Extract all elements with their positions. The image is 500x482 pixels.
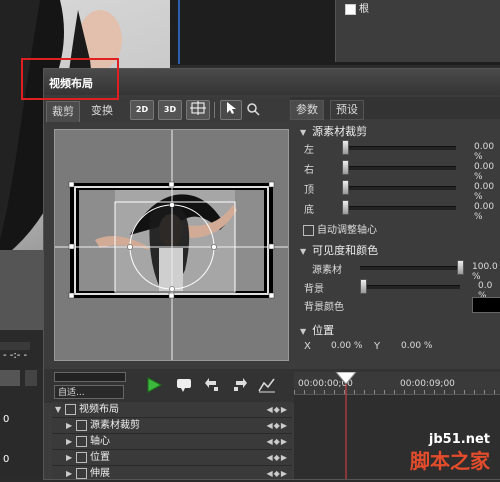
layout-preview-canvas[interactable] [54, 129, 289, 361]
watermark-name: 脚本之家 [410, 449, 490, 473]
left-tab-bar: 裁剪 变换 2D 3D [44, 97, 289, 122]
svg-text:- -:- -: - -:- - [3, 350, 28, 361]
crop-left-value[interactable]: 0.00 % [474, 142, 500, 162]
video-layout-dialog: 视频布局 裁剪 变换 2D 3D 参数 预设 ▼ 源素材裁剪 左 0.00 % … [43, 68, 500, 482]
crop-right-value[interactable]: 0.00 % [474, 162, 500, 182]
track-checkbox[interactable] [76, 435, 87, 447]
position-y-value[interactable]: 0.00 % [401, 341, 432, 351]
track-label: 源素材裁剪 [90, 420, 140, 431]
previous-keyframe-icon[interactable] [204, 377, 220, 396]
fit-dropdown[interactable]: 自适... [54, 385, 124, 399]
visibility-section-title: 可见度和颜色 [312, 244, 379, 257]
auto-pivot-option[interactable]: 自动调整轴心 [303, 221, 377, 236]
position-section-header[interactable]: 位置 [300, 322, 334, 338]
play-icon[interactable] [146, 377, 163, 396]
fit-dropdown-value: 自适... [58, 388, 85, 398]
crop-bottom-thumb[interactable] [342, 200, 349, 215]
background-left-toolbar: - -:- - 0 0 [0, 330, 43, 478]
crop-right-thumb[interactable] [342, 160, 349, 175]
crop-bottom-value[interactable]: 0.00 % [474, 202, 500, 222]
playhead-marker[interactable] [334, 372, 358, 479]
track-row[interactable]: ▼ 视频布局 ◀◆▶ [52, 402, 292, 418]
3d-mode-button[interactable]: 3D [158, 100, 182, 120]
crop-top-value[interactable]: 0.00 % [474, 182, 500, 202]
timecode-mid: 00:00:09;00 [400, 379, 455, 389]
keyframe-nav-icon[interactable]: ◀◆▶ [267, 418, 288, 433]
track-list: ▼ 视频布局 ◀◆▶ ▶ 源素材裁剪 ◀◆▶ ▶ 轴心 ◀◆▶ ▶ 位置 ◀◆▶ ▶ 伸展 ◀◆▶ [52, 402, 292, 482]
toolbar-separator [214, 102, 215, 118]
track-checkbox[interactable] [76, 467, 87, 479]
crop-top-slider[interactable] [344, 186, 456, 190]
select-arrow-icon[interactable] [220, 100, 242, 120]
background-opacity-slider[interactable] [360, 285, 460, 289]
track-checkbox[interactable] [76, 451, 87, 463]
tab-presets[interactable]: 预设 [330, 100, 364, 120]
auto-pivot-checkbox[interactable] [303, 224, 314, 236]
zoom-slider[interactable] [54, 372, 126, 382]
track-checkbox[interactable] [65, 403, 76, 415]
crop-section-title: 源素材裁剪 [312, 125, 368, 138]
auto-pivot-label: 自动调整轴心 [317, 225, 377, 236]
track-row[interactable]: ▶ 伸展 ◀◆▶ [52, 466, 292, 482]
track-label: 位置 [90, 452, 110, 463]
crop-top-label: 顶 [304, 185, 314, 196]
tab-transform[interactable]: 变换 [86, 101, 118, 121]
right-tab-bar: 参数 预设 [290, 97, 500, 120]
source-opacity-thumb[interactable] [457, 260, 464, 275]
crop-bottom-label: 底 [304, 205, 314, 216]
keyframe-nav-icon[interactable]: ◀◆▶ [267, 402, 288, 417]
crop-right-slider[interactable] [344, 166, 456, 170]
svg-text:0: 0 [3, 454, 9, 465]
grid-toggle-icon[interactable] [186, 100, 210, 120]
tab-crop[interactable]: 裁剪 [46, 101, 80, 122]
2d-mode-button[interactable]: 2D [130, 100, 154, 120]
keyframe-nav-icon[interactable]: ◀◆▶ [267, 434, 288, 449]
crop-bottom-slider[interactable] [344, 206, 456, 210]
crop-left-slider[interactable] [344, 146, 456, 150]
background-color-swatch[interactable] [472, 297, 500, 313]
layout-preview-drawing [55, 130, 288, 360]
track-label: 伸展 [90, 468, 110, 479]
add-keyframe-icon[interactable] [176, 377, 192, 396]
background-toolbar-icons: - -:- - 0 0 [0, 342, 37, 465]
track-checkbox[interactable] [76, 419, 87, 431]
ruler-ticks [294, 390, 500, 394]
crop-right-label: 右 [304, 165, 314, 176]
position-y-label: Y [374, 341, 381, 352]
visibility-section-header[interactable]: 可见度和颜色 [300, 242, 378, 258]
keyframe-nav-icon[interactable]: ◀◆▶ [267, 450, 288, 465]
tab-parameters[interactable]: 参数 [290, 100, 324, 120]
background-opacity-label: 背景 [304, 284, 324, 295]
timeline-ruler[interactable]: 00:00:00;00 00:00:09;00 [294, 372, 500, 395]
track-row[interactable]: ▶ 源素材裁剪 ◀◆▶ [52, 418, 292, 434]
crop-section-header[interactable]: 源素材裁剪 [300, 123, 367, 139]
track-label: 视频布局 [79, 404, 119, 415]
tree-root-checkbox[interactable] [345, 3, 356, 15]
background-tree-root[interactable]: 根 [345, 0, 369, 15]
svg-text:0: 0 [3, 414, 9, 425]
source-opacity-value[interactable]: 100.0 % [472, 262, 500, 282]
source-opacity-slider[interactable] [360, 266, 460, 270]
background-color-label: 背景颜色 [304, 302, 344, 313]
title-highlight-box [21, 58, 119, 100]
next-keyframe-icon[interactable] [232, 377, 248, 396]
crop-left-thumb[interactable] [342, 140, 349, 155]
track-row[interactable]: ▶ 位置 ◀◆▶ [52, 450, 292, 466]
background-opacity-thumb[interactable] [360, 279, 367, 294]
graph-editor-icon[interactable] [258, 377, 276, 396]
position-section-title: 位置 [312, 324, 335, 337]
background-marker-line [178, 0, 180, 64]
position-x-label: X [304, 341, 311, 352]
position-x-value[interactable]: 0.00 % [331, 341, 362, 351]
watermark: jb51.net 脚本之家 [410, 432, 490, 474]
keyframe-nav-icon[interactable]: ◀◆▶ [267, 466, 288, 481]
source-opacity-label: 源素材 [312, 265, 342, 276]
track-label: 轴心 [90, 436, 110, 447]
crop-left-label: 左 [304, 145, 314, 156]
crop-top-thumb[interactable] [342, 180, 349, 195]
tree-root-label: 根 [359, 4, 369, 15]
track-row[interactable]: ▶ 轴心 ◀◆▶ [52, 434, 292, 450]
zoom-magnifier-icon[interactable] [246, 102, 260, 119]
